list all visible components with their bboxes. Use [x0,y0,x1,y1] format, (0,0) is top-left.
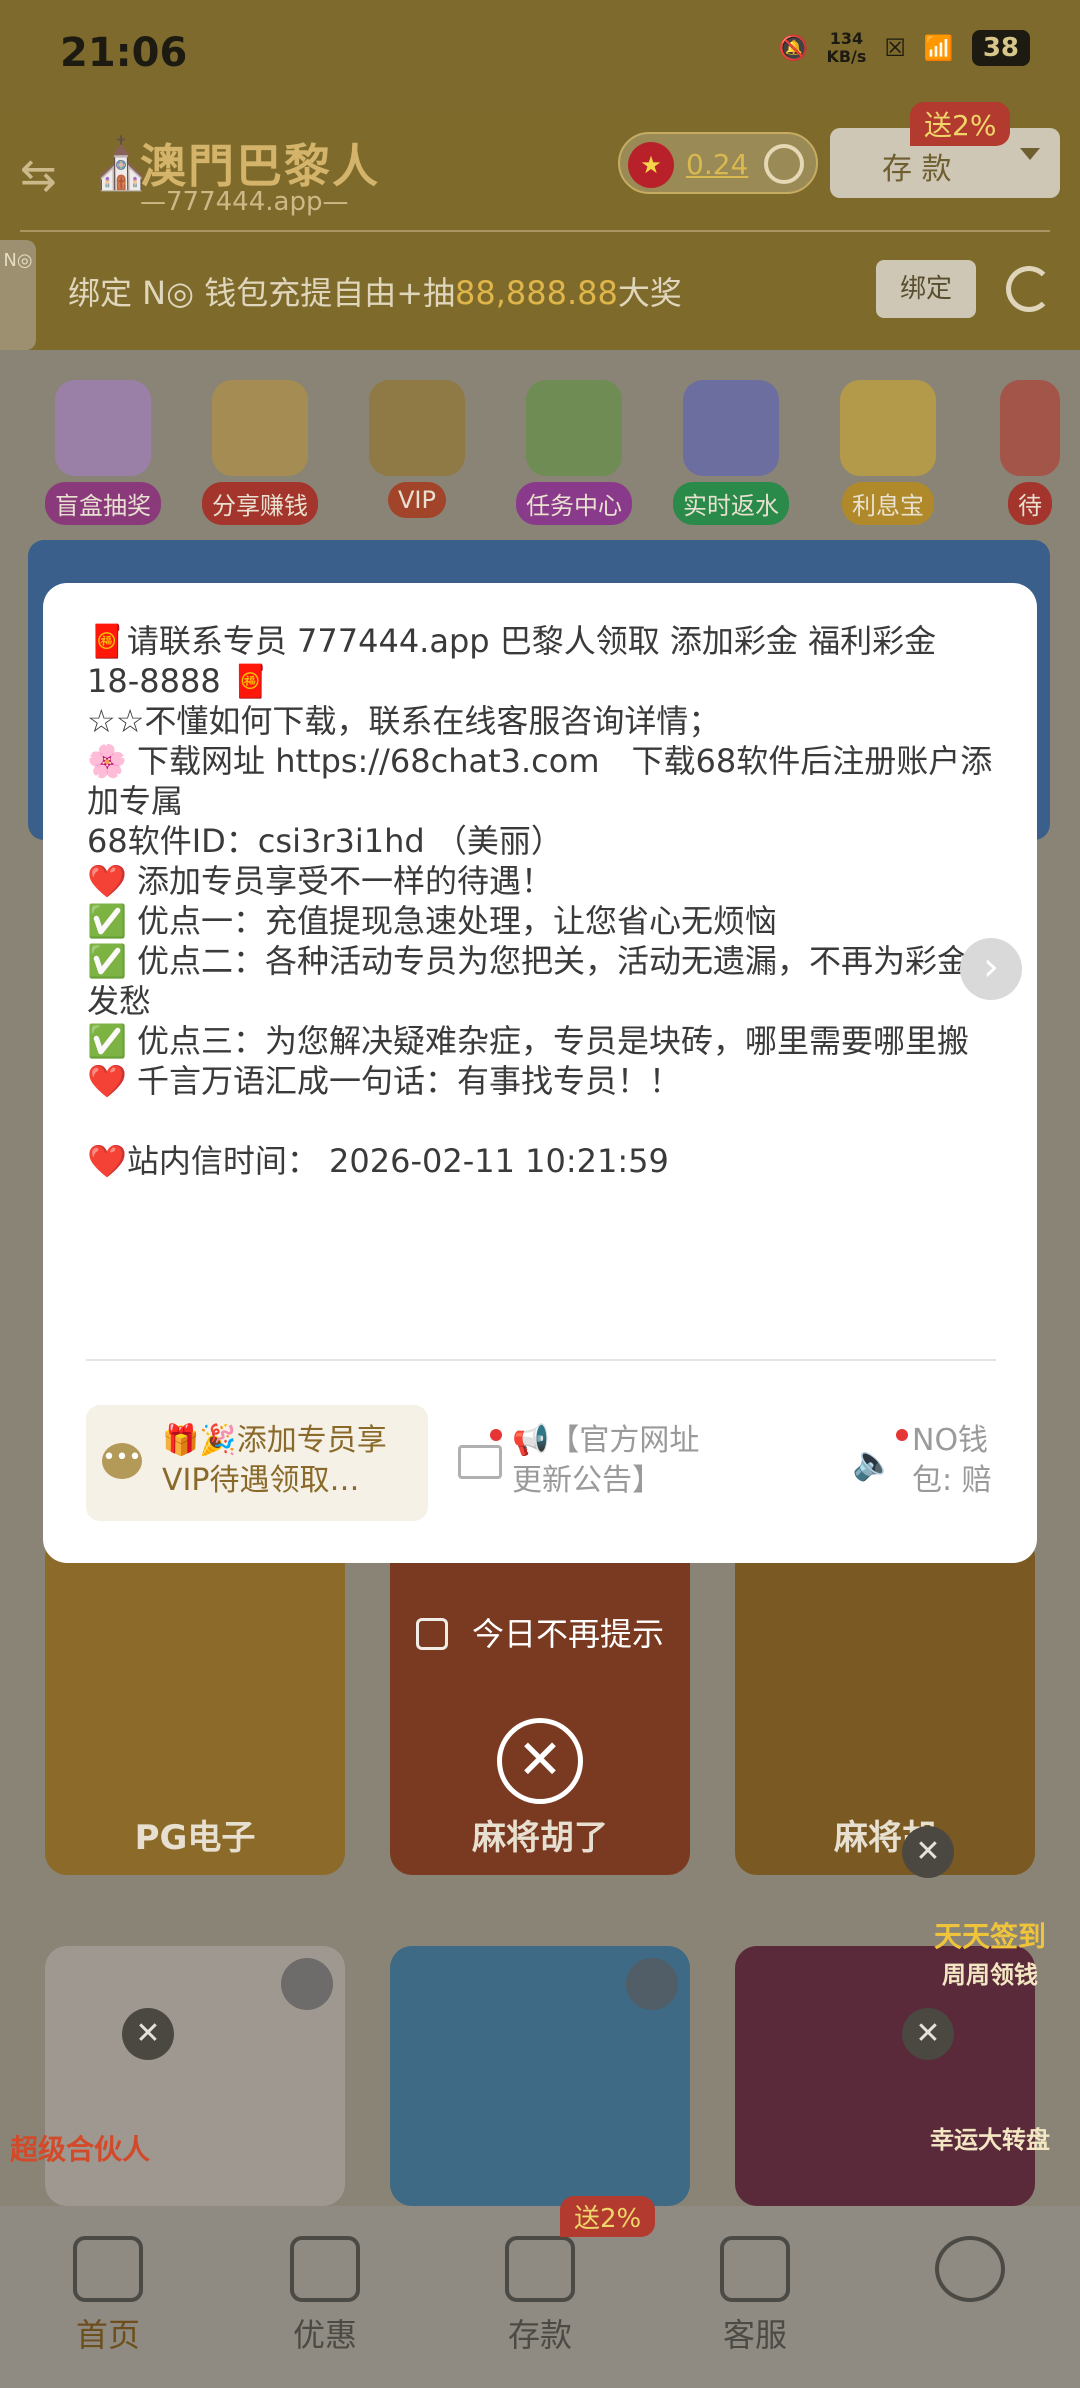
message-modal: 🧧请联系专员 777444.app 巴黎人领取 添加彩金 福利彩金 18-888… [43,583,1037,1563]
nav-home[interactable]: 首页 [33,2236,183,2356]
message-line: ✅ 优点一：充值提现急速处理，让您省心无烦恼 [87,902,778,940]
close-icon[interactable]: ✕ [902,2008,954,2060]
notification-icon: ☒ [884,34,906,62]
balance-value: 0.24 [686,148,749,181]
deposit-bonus-badge: 送2% [560,2196,656,2237]
gift-icon [290,2236,360,2302]
deposit-label: 存 款 [882,152,952,187]
wifi-icon: 📶 [923,34,954,62]
mail-icon [458,1445,502,1479]
message-line: ❤️ 添加专员享受不一样的待遇！ [87,862,554,900]
game-tile-mahjong[interactable]: 麻将胡了 [390,1535,690,1875]
mascot-icon [212,380,308,476]
close-icon[interactable]: ✕ [122,2008,174,2060]
bind-wallet-button[interactable]: 绑定 [876,260,976,318]
status-icons: 🔕 134 KB/s ☒ 📶 38 [779,30,1030,66]
red-packet-icon [1000,380,1060,476]
chevron-right-icon[interactable]: › [960,938,1022,1000]
gift-box-icon [55,380,151,476]
tab-wallet-notice[interactable]: 🔈 NO钱包: 赔 [852,1405,1026,1521]
dont-show-label: 今日不再提示 [472,1615,665,1653]
speaker-icon: 🔈 [852,1443,895,1483]
dont-show-today[interactable]: 今日不再提示 [412,1612,712,1656]
unread-dot [490,1429,502,1441]
feature-share-earn[interactable]: 分享赚钱 [195,380,325,530]
logo: ⛪ 澳門巴黎人 —777444.app— [90,125,390,225]
nav-offers[interactable]: 优惠 [250,2236,400,2356]
home-icon [73,2236,143,2302]
message-line: 🧧请联系专员 777444.app 巴黎人领取 添加彩金 福利彩金 18-888… [87,622,937,700]
checklist-icon [526,380,622,476]
star-icon[interactable] [281,1958,333,2010]
refresh-balance-icon[interactable] [764,144,804,184]
tab-vip-message[interactable]: ••• 🎁🎉添加专员享VIP待遇领取… [86,1405,428,1521]
message-tabs: ••• 🎁🎉添加专员享VIP待遇领取… 📢【官方网址更新公告】 🔈 NO钱包: … [86,1405,1026,1521]
star-icon[interactable] [626,1958,678,2010]
message-spacer [87,1101,997,1141]
deposit-bonus-badge: 送2% [910,102,1011,146]
feature-interest[interactable]: 利息宝 [823,380,953,530]
feature-more[interactable]: 待 [980,380,1080,530]
nav-deposit[interactable]: 存款 [465,2236,615,2356]
game-tile-pg[interactable]: PG电子 [45,1535,345,1875]
wallet-icon [505,2236,575,2302]
message-body: 🧧请联系专员 777444.app 巴黎人领取 添加彩金 福利彩金 18-888… [87,621,997,1181]
message-line: ☆☆不懂如何下载，联系在线客服咨询详情； [87,702,721,740]
net-speed: 134 KB/s [826,29,867,66]
mute-icon: 🔕 [778,34,809,62]
side-tab[interactable]: N◎ [0,240,36,350]
divider [20,230,1050,232]
game-tile-jdb[interactable] [390,1946,690,2206]
divider [86,1359,996,1361]
china-flag-icon: ★ [628,142,674,188]
status-bar: 21:06 🔕 134 KB/s ☒ 📶 38 [0,0,1080,110]
user-icon [935,2236,1005,2302]
message-line: ✅ 优点二：各种活动专员为您把关，活动无遗漏，不再为彩金发愁 [87,942,970,1020]
balance-pill[interactable]: ★ 0.24 [618,132,818,194]
piggy-bank-icon [840,380,936,476]
wallet-promo: 绑定 N◎ 钱包充提自由+抽88,888.88大奖 [68,274,682,312]
message-line: ✅ 优点三：为您解决疑难杂症，专员是块砖，哪里需要哪里搬 [87,1022,970,1060]
headset-icon [720,2236,790,2302]
chevron-down-icon[interactable] [1020,148,1040,160]
bottom-nav: 首页 优惠 存款 送2% 客服 [0,2196,1080,2388]
chips-icon [683,380,779,476]
status-time: 21:06 [60,30,188,76]
app-header: ⇆ ⛪ 澳門巴黎人 —777444.app— ★ 0.24 存 款 送2% N◎… [0,102,1080,350]
close-icon[interactable]: ✕ [902,1826,954,1878]
tab-official-notice[interactable]: 📢【官方网址更新公告】 [448,1405,708,1521]
logo-domain: —777444.app— [140,187,349,217]
reload-icon[interactable] [1006,266,1052,312]
close-modal-icon[interactable]: ✕ [497,1718,583,1804]
checkbox[interactable] [416,1618,448,1650]
message-line: 🌸 下载网址 https://68chat3.com 下载68软件后注册账户添加… [87,742,993,820]
feature-rebate[interactable]: 实时返水 [666,380,796,530]
feature-blind-box[interactable]: 盲盒抽奖 [38,380,168,530]
message-line: 68软件ID：csi3r3i1hd （美丽） [87,822,563,860]
nav-support[interactable]: 客服 [680,2236,830,2356]
chat-icon: ••• [102,1443,142,1479]
message-timestamp: ❤️站内信时间： 2026-02-11 10:21:59 [87,1142,669,1180]
feature-task-center[interactable]: 任务中心 [509,380,639,530]
message-line: ❤️ 千言万语汇成一句话：有事找专员！！ [87,1062,682,1100]
feature-vip[interactable]: VIP [352,380,482,530]
nav-profile[interactable] [895,2236,1045,2310]
feature-row: 盲盒抽奖 分享赚钱 VIP 任务中心 实时返水 利息宝 待 [0,360,1080,530]
unread-dot [896,1429,908,1441]
menu-icon[interactable]: ⇆ [20,150,80,201]
battery-icon: 38 [971,30,1030,66]
vip-shield-icon [369,380,465,476]
